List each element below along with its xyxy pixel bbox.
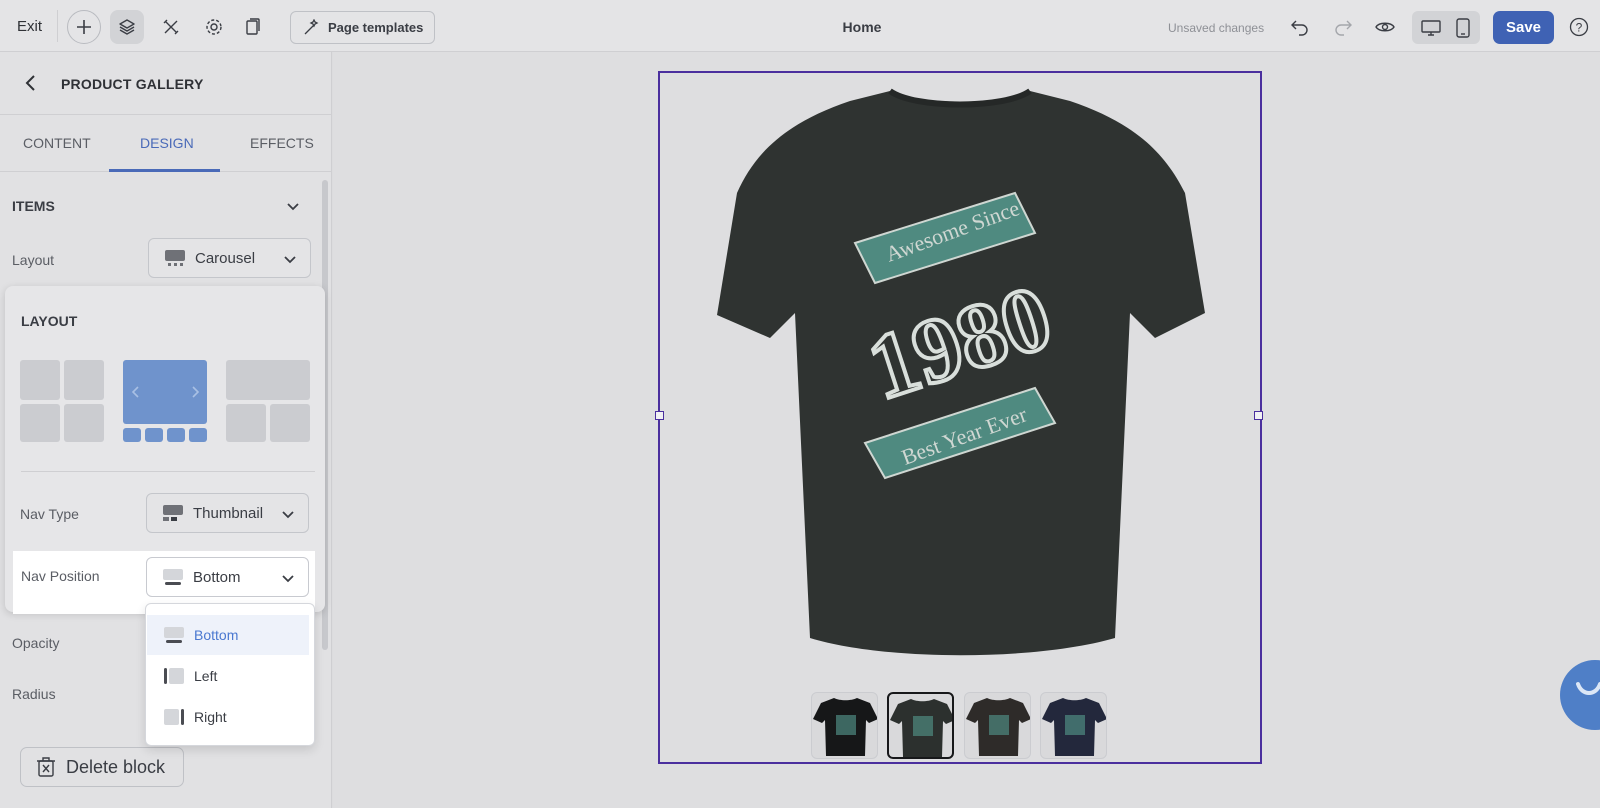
help-icon: ? <box>1569 17 1589 37</box>
panel-tabs: CONTENT DESIGN EFFECTS <box>0 115 332 172</box>
nav-type-value: Thumbnail <box>193 504 264 522</box>
panel-title: PRODUCT GALLERY <box>61 76 204 92</box>
grid-cell <box>64 360 104 400</box>
chevron-left-icon <box>25 75 35 91</box>
panel-header: PRODUCT GALLERY <box>0 52 332 115</box>
preview-button[interactable] <box>1368 10 1402 44</box>
device-switcher <box>1412 11 1480 44</box>
carousel-thumb <box>189 428 207 442</box>
gallery-thumbnail-active[interactable] <box>887 692 954 759</box>
nav-left-icon <box>164 668 184 684</box>
grid-cell <box>226 404 266 442</box>
redo-button[interactable] <box>1326 10 1360 44</box>
nav-position-option-left[interactable]: Left <box>147 656 309 696</box>
nav-bottom-icon <box>163 569 183 585</box>
mobile-view-button[interactable] <box>1450 15 1475 40</box>
layout-select[interactable]: Carousel <box>148 238 311 278</box>
grid-cell <box>20 404 60 442</box>
nav-right-icon <box>164 709 184 725</box>
nav-position-value: Bottom <box>193 568 241 586</box>
nav-position-dropdown: Bottom Left Right <box>145 603 315 746</box>
resize-handle-left[interactable] <box>655 411 664 420</box>
top-toolbar: Exit Page templates Home Unsaved changes… <box>0 0 1600 52</box>
redo-icon <box>1335 20 1352 36</box>
unsaved-status: Unsaved changes <box>1168 21 1265 35</box>
desktop-icon <box>1420 19 1441 36</box>
undo-icon <box>1291 20 1308 36</box>
nav-position-option-bottom[interactable]: Bottom <box>147 615 309 655</box>
gallery-thumbnail[interactable] <box>1040 692 1107 759</box>
tab-design[interactable]: DESIGN <box>140 135 194 151</box>
option-label: Right <box>194 709 227 725</box>
nav-type-select[interactable]: Thumbnail <box>146 493 309 533</box>
gallery-thumbnail[interactable] <box>964 692 1031 759</box>
nav-position-select[interactable]: Bottom <box>146 557 309 597</box>
option-label: Bottom <box>194 627 239 643</box>
carousel-thumb <box>167 428 185 442</box>
save-button[interactable]: Save <box>1493 11 1554 44</box>
nav-position-option-right[interactable]: Right <box>147 697 309 737</box>
grid-cell <box>20 360 60 400</box>
grid-cell <box>270 404 310 442</box>
chat-icon <box>1576 682 1600 695</box>
thumbnail-nav-icon <box>163 505 183 521</box>
chevron-down-icon <box>284 256 296 264</box>
layout-option-hero-grid[interactable] <box>226 360 310 442</box>
option-label: Left <box>194 668 218 684</box>
tshirt-thumbnail-image <box>813 698 877 756</box>
active-tab-indicator <box>109 169 220 172</box>
tab-content[interactable]: CONTENT <box>23 135 91 151</box>
opacity-label: Opacity <box>12 635 60 651</box>
page-title: Home <box>842 19 882 35</box>
chevron-down-icon <box>287 203 299 211</box>
nav-position-label: Nav Position <box>21 568 100 584</box>
layout-popover-title: LAYOUT <box>21 313 78 329</box>
grid-cell <box>64 404 104 442</box>
tshirt-product-image: Awesome Since 1980 Best Year Ever <box>717 88 1205 656</box>
resize-handle-right[interactable] <box>1254 411 1263 420</box>
items-section-heading: ITEMS <box>12 198 55 214</box>
popover-divider <box>21 471 315 472</box>
chevron-right-icon <box>192 386 200 398</box>
hero-cell <box>226 360 310 400</box>
gallery-thumbnail[interactable] <box>811 692 878 759</box>
items-collapse-toggle[interactable] <box>285 198 301 219</box>
delete-icon <box>37 757 55 777</box>
delete-block-label: Delete block <box>66 756 166 777</box>
tshirt-thumbnail-image <box>1042 698 1106 756</box>
carousel-thumb <box>123 428 141 442</box>
layout-select-value: Carousel <box>195 249 256 267</box>
undo-button[interactable] <box>1283 10 1317 44</box>
layout-option-carousel[interactable] <box>123 360 207 442</box>
delete-block-button[interactable]: Delete block <box>20 747 184 787</box>
back-button[interactable] <box>22 73 40 98</box>
help-button[interactable]: ? <box>1562 10 1596 44</box>
product-gallery-block[interactable]: Awesome Since 1980 Best Year Ever <box>655 71 1263 764</box>
chevron-down-icon <box>282 575 294 583</box>
eye-icon <box>1375 22 1395 32</box>
desktop-view-button[interactable] <box>1418 15 1443 40</box>
carousel-thumb <box>145 428 163 442</box>
layout-option-grid[interactable] <box>20 360 104 442</box>
mobile-icon <box>1455 17 1470 38</box>
chevron-down-icon <box>282 511 294 519</box>
nav-type-label: Nav Type <box>20 506 79 522</box>
tshirt-thumbnail-image <box>890 699 952 757</box>
svg-text:?: ? <box>1576 21 1583 35</box>
carousel-icon <box>165 250 185 266</box>
layout-label: Layout <box>12 252 55 268</box>
nav-bottom-icon <box>164 627 184 643</box>
tab-effects[interactable]: EFFECTS <box>250 135 314 151</box>
tshirt-thumbnail-image <box>966 698 1030 756</box>
chevron-left-icon <box>131 386 139 398</box>
radius-label: Radius <box>12 686 56 702</box>
